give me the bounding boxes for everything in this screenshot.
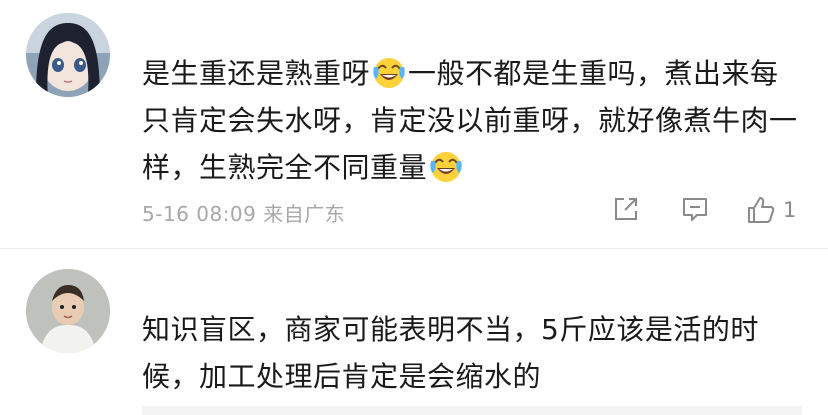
reply-button[interactable] — [680, 194, 710, 224]
comment-icon — [680, 194, 710, 224]
avatar[interactable] — [26, 13, 110, 97]
thumbs-up-icon — [745, 194, 777, 226]
laugh-cry-emoji-icon — [429, 149, 463, 183]
laugh-cry-emoji-icon — [372, 55, 406, 89]
like-button[interactable]: 1 — [745, 194, 796, 226]
avatar[interactable] — [26, 269, 110, 353]
comment-item: 是生重还是熟重呀 一般不都是生重吗，煮出来每只肯定会失水呀，肯定没以前重呀，就好… — [0, 0, 828, 248]
comment-actions: 1 — [0, 194, 828, 230]
like-count: 1 — [783, 198, 797, 222]
share-button[interactable] — [611, 194, 641, 224]
comment-text: 是生重还是熟重呀 一般不都是生重吗，煮出来每只肯定会失水呀，肯定没以前重呀，就好… — [142, 50, 802, 191]
share-icon — [611, 194, 641, 224]
sub-reply-box — [142, 406, 802, 415]
comment-text: 知识盲区，商家可能表明不当，5斤应该是活的时候，加工处理后肯定是会缩水的 — [142, 313, 759, 393]
divider — [0, 248, 828, 249]
comment-item: 知识盲区，商家可能表明不当，5斤应该是活的时候，加工处理后肯定是会缩水的 — [0, 250, 828, 415]
comment-text-part: 是生重还是熟重呀 — [142, 57, 371, 90]
